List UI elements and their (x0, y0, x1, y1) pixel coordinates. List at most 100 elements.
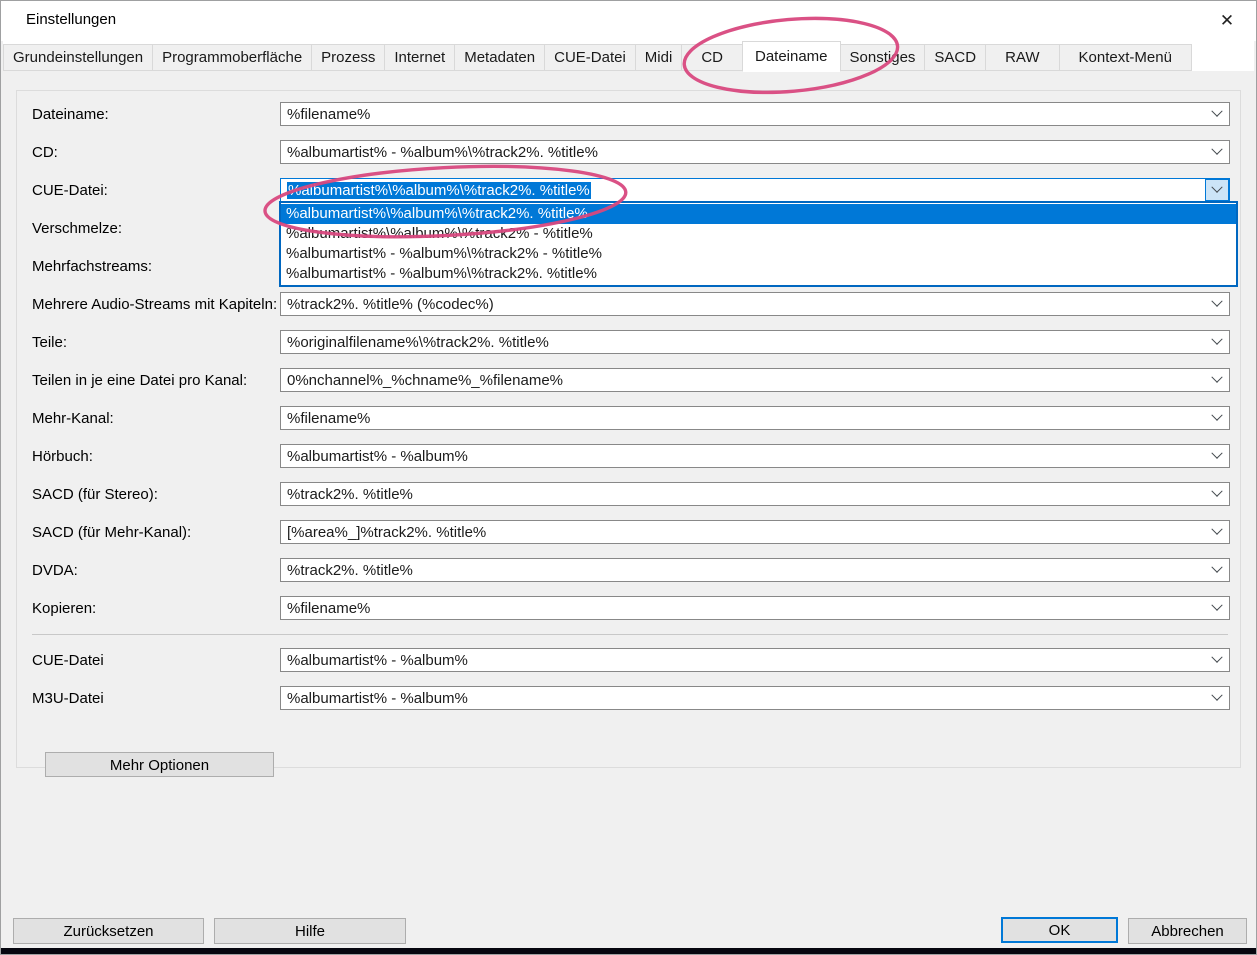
field-label: Teilen in je eine Datei pro Kanal: (32, 372, 280, 389)
form-row: CD: %albumartist% - %album%\%track2%. %t… (32, 140, 1230, 164)
form-row: DVDA: %track2%. %title% (32, 558, 1230, 582)
tab-strip: GrundeinstellungenProgrammoberflächeProz… (3, 40, 1254, 71)
chevron-down-icon[interactable] (1205, 141, 1229, 163)
chevron-down-icon[interactable] (1205, 559, 1229, 581)
combobox[interactable]: %track2%. %title% (280, 558, 1230, 582)
combobox-value: %filename% (281, 410, 1205, 427)
chevron-down-icon[interactable] (1205, 331, 1229, 353)
combobox-value: 0%nchannel%_%chname%_%filename% (281, 372, 1205, 389)
combobox-value: %albumartist%\%album%\%track2%. %title% (281, 182, 1205, 199)
tab-cd[interactable]: CD (681, 44, 743, 71)
chevron-down-icon[interactable] (1205, 445, 1229, 467)
dropdown-option[interactable]: %albumartist%\%album%\%track2%. %title% (281, 204, 1236, 224)
form-row: Mehr-Kanal: %filename% (32, 406, 1230, 430)
reset-button[interactable]: Zurücksetzen (13, 918, 204, 944)
dropdown-option[interactable]: %albumartist%\%album%\%track2% - %title% (281, 224, 1236, 244)
tab-sonstiges[interactable]: Sonstiges (840, 44, 926, 71)
field-label: Verschmelze: (32, 220, 280, 237)
chevron-down-icon[interactable] (1205, 369, 1229, 391)
field-label: M3U-Datei (32, 690, 280, 707)
filename-settings-panel: Dateiname: %filename% CD: %albumartist% … (16, 90, 1241, 768)
form-row: Teile: %originalfilename%\%track2%. %tit… (32, 330, 1230, 354)
combobox-value: %albumartist% - %album% (281, 448, 1205, 465)
combobox[interactable]: 0%nchannel%_%chname%_%filename% (280, 368, 1230, 392)
tab-sacd[interactable]: SACD (924, 44, 986, 71)
field-label: DVDA: (32, 562, 280, 579)
combobox-value: %albumartist% - %album% (281, 652, 1205, 669)
field-label: SACD (für Mehr-Kanal): (32, 524, 280, 541)
combobox-value: %track2%. %title% (%codec%) (281, 296, 1205, 313)
cancel-button[interactable]: Abbrechen (1128, 918, 1247, 944)
tab-raw[interactable]: RAW (985, 44, 1059, 71)
window-bottom-edge (1, 948, 1256, 954)
combobox-value: [%area%_]%track2%. %title% (281, 524, 1205, 541)
form-row: Dateiname: %filename% (32, 102, 1230, 126)
chevron-down-icon[interactable] (1205, 407, 1229, 429)
chevron-down-icon[interactable] (1205, 293, 1229, 315)
combobox[interactable]: %track2%. %title% (280, 482, 1230, 506)
tab-programmoberfl-che[interactable]: Programmoberfläche (152, 44, 312, 71)
tab-kontext-men-[interactable]: Kontext-Menü (1059, 44, 1192, 71)
dropdown-option[interactable]: %albumartist% - %album%\%track2%. %title… (281, 264, 1236, 284)
chevron-down-icon[interactable] (1205, 649, 1229, 671)
combobox[interactable]: %originalfilename%\%track2%. %title% (280, 330, 1230, 354)
close-icon[interactable]: ✕ (1216, 10, 1238, 32)
tab-metadaten[interactable]: Metadaten (454, 44, 545, 71)
field-label: Hörbuch: (32, 448, 280, 465)
field-label: CUE-Datei: (32, 182, 280, 199)
combobox-value: %track2%. %title% (281, 486, 1205, 503)
tab-grundeinstellungen[interactable]: Grundeinstellungen (3, 44, 153, 71)
form-row: Mehrere Audio-Streams mit Kapiteln: %tra… (32, 292, 1230, 316)
field-label: Dateiname: (32, 106, 280, 123)
dropdown-option[interactable]: %albumartist% - %album%\%track2% - %titl… (281, 244, 1236, 264)
chevron-down-icon[interactable] (1205, 103, 1229, 125)
combobox[interactable]: %albumartist% - %album% (280, 444, 1230, 468)
section-divider (32, 634, 1228, 635)
tab-dateiname[interactable]: Dateiname (742, 41, 841, 72)
combobox[interactable]: %albumartist% - %album% (280, 686, 1230, 710)
form-row: Teilen in je eine Datei pro Kanal: 0%nch… (32, 368, 1230, 392)
combobox[interactable]: %albumartist% - %album%\%track2%. %title… (280, 140, 1230, 164)
window-title: Einstellungen (26, 11, 116, 28)
field-label: Mehrere Audio-Streams mit Kapiteln: (32, 296, 280, 313)
form-row: CUE-Datei: %albumartist%\%album%\%track2… (32, 178, 1230, 202)
combobox-value: %track2%. %title% (281, 562, 1205, 579)
field-label: SACD (für Stereo): (32, 486, 280, 503)
form-row: Hörbuch: %albumartist% - %album% (32, 444, 1230, 468)
combobox[interactable]: %filename% (280, 406, 1230, 430)
field-label: CUE-Datei (32, 652, 280, 669)
chevron-down-icon[interactable] (1205, 179, 1229, 201)
tab-prozess[interactable]: Prozess (311, 44, 385, 71)
form-row: CUE-Datei %albumartist% - %album% (32, 648, 1230, 672)
tab-internet[interactable]: Internet (384, 44, 455, 71)
tab-midi[interactable]: Midi (635, 44, 683, 71)
combobox-value: %originalfilename%\%track2%. %title% (281, 334, 1205, 351)
chevron-down-icon[interactable] (1205, 687, 1229, 709)
ok-button[interactable]: OK (1001, 917, 1118, 943)
combobox[interactable]: [%area%_]%track2%. %title% (280, 520, 1230, 544)
combobox-value: %filename% (281, 600, 1205, 617)
chevron-down-icon[interactable] (1205, 597, 1229, 619)
cue-datei-dropdown-list: %albumartist%\%album%\%track2%. %title%%… (279, 201, 1238, 287)
titlebar: Einstellungen ✕ (1, 1, 1256, 41)
combobox-open[interactable]: %albumartist%\%album%\%track2%. %title% (280, 178, 1230, 202)
form-row: M3U-Datei %albumartist% - %album% (32, 686, 1230, 710)
help-button[interactable]: Hilfe (214, 918, 406, 944)
combobox-value: %albumartist% - %album% (281, 690, 1205, 707)
settings-dialog: Einstellungen ✕ GrundeinstellungenProgra… (0, 0, 1257, 955)
field-label: Teile: (32, 334, 280, 351)
form-row: SACD (für Mehr-Kanal): [%area%_]%track2%… (32, 520, 1230, 544)
combobox[interactable]: %albumartist% - %album% (280, 648, 1230, 672)
field-label: Kopieren: (32, 600, 280, 617)
chevron-down-icon[interactable] (1205, 483, 1229, 505)
more-options-button[interactable]: Mehr Optionen (45, 752, 274, 777)
combobox[interactable]: %filename% (280, 102, 1230, 126)
combobox-value: %filename% (281, 106, 1205, 123)
combobox-value: %albumartist% - %album%\%track2%. %title… (281, 144, 1205, 161)
form-row: Kopieren: %filename% (32, 596, 1230, 620)
combobox[interactable]: %filename% (280, 596, 1230, 620)
tab-cue-datei[interactable]: CUE-Datei (544, 44, 636, 71)
field-label: Mehrfachstreams: (32, 258, 280, 275)
combobox[interactable]: %track2%. %title% (%codec%) (280, 292, 1230, 316)
chevron-down-icon[interactable] (1205, 521, 1229, 543)
